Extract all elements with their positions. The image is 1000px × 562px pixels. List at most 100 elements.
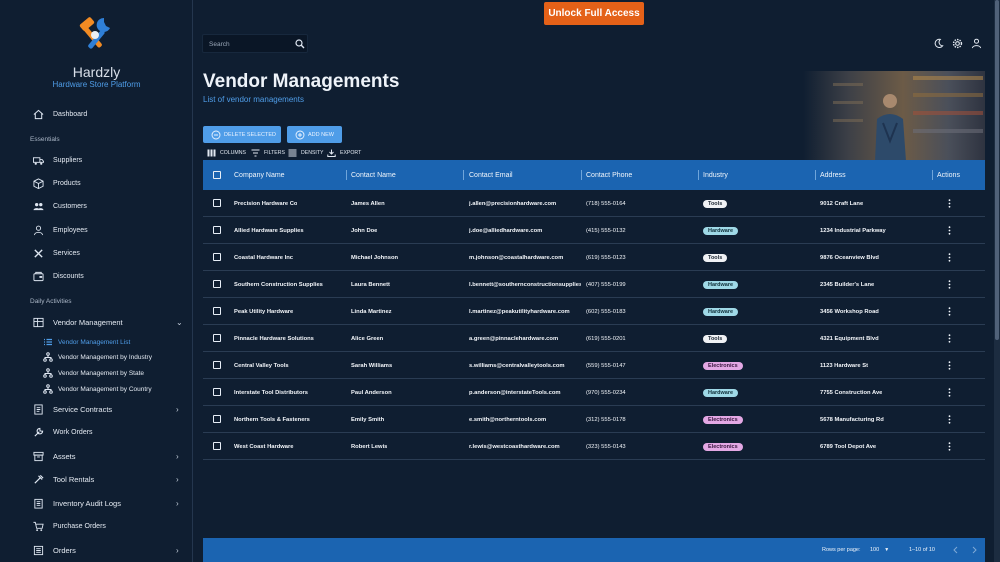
cell-contact-name: Michael Johnson bbox=[351, 254, 399, 261]
sidebar-item-assets[interactable]: Assets › bbox=[0, 446, 192, 466]
sidebar-item-dashboard[interactable]: Dashboard bbox=[0, 104, 192, 124]
sidebar-item-label: Suppliers bbox=[53, 156, 83, 164]
table-row[interactable]: Allied Hardware Supplies John Doe j.doe@al… bbox=[203, 217, 985, 244]
table-row[interactable]: West Coast Hardware Robert Lewis r.lewis@w… bbox=[203, 433, 985, 460]
column-header-industry[interactable]: Industry bbox=[703, 160, 728, 190]
more-actions-icon[interactable] bbox=[945, 325, 953, 352]
column-header-address[interactable]: Address bbox=[820, 160, 846, 190]
cell-contact-phone: (312) 555-0178 bbox=[586, 416, 626, 423]
breadcrumb[interactable]: List of vendor managements bbox=[203, 95, 304, 104]
sidebar-item-services[interactable]: Services bbox=[0, 243, 192, 263]
more-actions-icon[interactable] bbox=[945, 244, 953, 271]
sidebar-item-vendor-management[interactable]: Vendor Management ⌄ bbox=[0, 312, 192, 332]
page-scrollbar[interactable] bbox=[994, 0, 1000, 562]
more-actions-icon[interactable] bbox=[945, 379, 953, 406]
table-row[interactable]: Northern Tools & Fasteners Emily Smith e.s… bbox=[203, 406, 985, 433]
cell-contact-phone: (619) 555-0201 bbox=[586, 335, 626, 342]
row-checkbox[interactable] bbox=[213, 388, 221, 396]
cell-contact-email: j.allen@precisionhardware.com bbox=[469, 200, 557, 207]
sidebar-item-discounts[interactable]: Discounts bbox=[0, 266, 192, 286]
more-actions-icon[interactable] bbox=[945, 271, 953, 298]
row-checkbox[interactable] bbox=[213, 307, 221, 315]
density-button[interactable]: DENSITY bbox=[288, 148, 323, 157]
sidebar-subitem-vendor-industry[interactable]: Vendor Management by Industry bbox=[0, 350, 192, 364]
table-row[interactable]: Interstate Tool Distributors Paul Anderso… bbox=[203, 379, 985, 406]
table-row[interactable]: Coastal Hardware Inc Michael Johnson m.joh… bbox=[203, 244, 985, 271]
filters-button[interactable]: FILTERS bbox=[251, 148, 285, 157]
column-header-contact-phone[interactable]: Contact Phone bbox=[586, 160, 632, 190]
column-separator[interactable] bbox=[815, 170, 816, 180]
sidebar-item-suppliers[interactable]: Suppliers bbox=[0, 150, 192, 170]
settings-gear-icon[interactable] bbox=[952, 38, 963, 49]
sidebar-item-inventory-audit-logs[interactable]: Inventory Audit Logs › bbox=[0, 493, 192, 513]
search-box[interactable] bbox=[202, 34, 308, 53]
sidebar-subitem-vendor-state[interactable]: Vendor Management by State bbox=[0, 366, 192, 380]
row-checkbox[interactable] bbox=[213, 442, 221, 450]
cell-contact-email: s.williams@centralvalleytools.com bbox=[469, 362, 565, 369]
sidebar-item-purchase-orders[interactable]: Purchase Orders bbox=[0, 516, 192, 536]
columns-icon bbox=[207, 149, 216, 156]
table-row[interactable]: Southern Construction Supplies Laura Benn… bbox=[203, 271, 985, 298]
row-checkbox[interactable] bbox=[213, 415, 221, 423]
row-checkbox[interactable] bbox=[213, 199, 221, 207]
select-all-checkbox[interactable] bbox=[213, 171, 221, 179]
brand-name: Hardzly bbox=[72, 64, 121, 80]
row-checkbox[interactable] bbox=[213, 226, 221, 234]
table-row[interactable]: Peak Utility Hardware Linda Martinez l.mar… bbox=[203, 298, 985, 325]
industry-badge: Tools bbox=[703, 253, 728, 262]
export-button[interactable]: EXPORT bbox=[327, 148, 361, 157]
more-actions-icon[interactable] bbox=[945, 190, 953, 217]
sidebar-item-label: Orders bbox=[53, 545, 76, 555]
previous-page-icon[interactable] bbox=[950, 545, 960, 555]
sidebar-item-service-contracts[interactable]: Service Contracts › bbox=[0, 399, 192, 419]
cell-company-name: Northern Tools & Fasteners bbox=[234, 416, 310, 423]
column-separator[interactable] bbox=[932, 170, 933, 180]
column-separator[interactable] bbox=[346, 170, 347, 180]
column-header-contact-email[interactable]: Contact Email bbox=[469, 160, 513, 190]
rows-per-page-select[interactable]: 100 ▼ bbox=[870, 538, 889, 562]
table-row[interactable]: Precision Hardware Co James Allen j.allen@… bbox=[203, 190, 985, 217]
more-actions-icon[interactable] bbox=[945, 406, 953, 433]
cell-industry: Tools bbox=[703, 325, 728, 352]
row-checkbox[interactable] bbox=[213, 361, 221, 369]
columns-button[interactable]: COLUMNS bbox=[207, 148, 246, 157]
column-separator[interactable] bbox=[463, 170, 464, 180]
more-actions-icon[interactable] bbox=[945, 217, 953, 244]
cell-address: 9876 Oceanview Blvd bbox=[820, 254, 879, 261]
column-separator[interactable] bbox=[581, 170, 582, 180]
table-row[interactable]: Central Valley Tools Sarah Williams s.will… bbox=[203, 352, 985, 379]
next-page-icon[interactable] bbox=[969, 545, 979, 555]
column-header-contact-name[interactable]: Contact Name bbox=[351, 160, 396, 190]
column-header-actions: Actions bbox=[937, 171, 960, 179]
column-separator[interactable] bbox=[698, 170, 699, 180]
more-actions-icon[interactable] bbox=[945, 433, 953, 460]
cell-contact-name: Sarah Williams bbox=[351, 362, 393, 369]
sidebar-subitem-vendor-list[interactable]: Vendor Management List bbox=[0, 335, 192, 349]
sidebar-item-customers[interactable]: Customers bbox=[0, 196, 192, 216]
more-actions-icon[interactable] bbox=[945, 298, 953, 325]
row-checkbox[interactable] bbox=[213, 334, 221, 342]
sidebar-item-orders[interactable]: Orders › bbox=[0, 540, 192, 560]
dark-mode-icon[interactable] bbox=[933, 38, 944, 49]
more-actions-icon[interactable] bbox=[945, 352, 953, 379]
section-daily-activities: Daily Activities bbox=[30, 298, 72, 305]
sidebar-item-tool-rentals[interactable]: Tool Rentals › bbox=[0, 469, 192, 489]
export-label: EXPORT bbox=[340, 149, 362, 156]
unlock-full-access-button[interactable]: Unlock Full Access bbox=[544, 2, 644, 25]
column-header-company-name[interactable]: Company Name bbox=[234, 160, 285, 190]
row-checkbox[interactable] bbox=[213, 253, 221, 261]
user-account-icon[interactable] bbox=[971, 38, 982, 49]
cell-address: 9012 Craft Lane bbox=[820, 200, 864, 207]
delete-selected-button[interactable]: DELETE SELECTED bbox=[203, 126, 281, 143]
table-row[interactable]: Pinnacle Hardware Solutions Alice Green a.… bbox=[203, 325, 985, 352]
search-input[interactable] bbox=[209, 38, 289, 50]
scrollbar-thumb[interactable] bbox=[995, 0, 999, 340]
sidebar-subitem-vendor-country[interactable]: Vendor Management by Country bbox=[0, 382, 192, 396]
sidebar-item-products[interactable]: Products bbox=[0, 173, 192, 193]
sidebar-item-work-orders[interactable]: Work Orders bbox=[0, 422, 192, 442]
row-checkbox[interactable] bbox=[213, 280, 221, 288]
sidebar-item-employees[interactable]: Employees bbox=[0, 220, 192, 240]
search-icon[interactable] bbox=[295, 39, 305, 49]
add-new-button[interactable]: ADD NEW bbox=[287, 126, 342, 143]
cell-company-name: Southern Construction Supplies bbox=[234, 281, 323, 288]
